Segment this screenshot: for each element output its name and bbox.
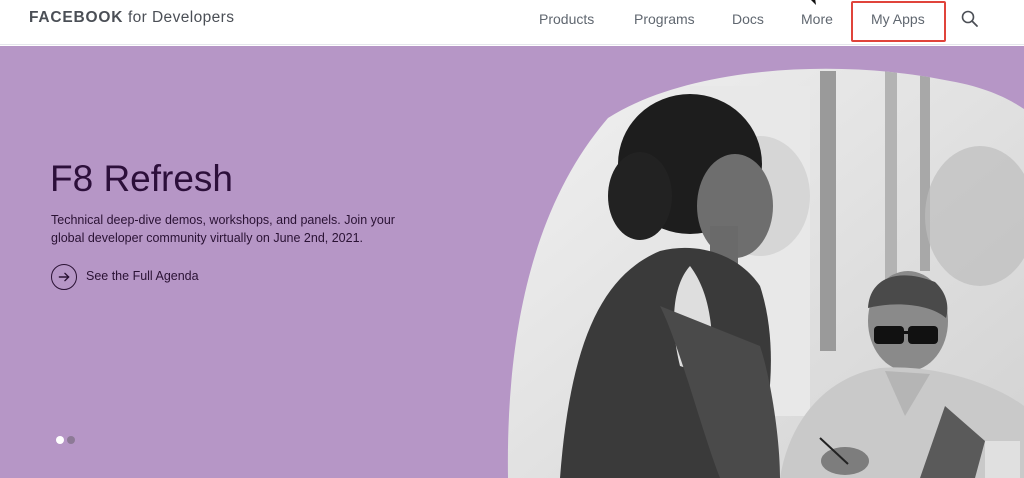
hero-photo (507, 68, 1024, 478)
brand-logo-suffix: for Developers (123, 9, 235, 26)
carousel-dot-2[interactable] (67, 436, 75, 444)
nav-my-apps[interactable]: My Apps (871, 11, 925, 27)
search-icon[interactable] (960, 9, 980, 29)
carousel-dot-1[interactable] (56, 436, 64, 444)
hero-description: Technical deep-dive demos, workshops, an… (51, 213, 395, 245)
hero-banner: F8 Refresh Technical deep-dive demos, wo… (0, 46, 1024, 478)
see-full-agenda-label: See the Full Agenda (86, 269, 199, 283)
mouse-cursor-icon (811, 0, 816, 5)
brand-logo-bold: FACEBOOK (29, 9, 124, 26)
arrow-right-icon (51, 264, 77, 290)
nav-docs[interactable]: Docs (732, 11, 764, 27)
nav-programs[interactable]: Programs (634, 11, 695, 27)
nav-products[interactable]: Products (539, 11, 594, 27)
top-navigation-bar: FACEBOOK for Developers Products Program… (0, 0, 1024, 45)
brand-logo[interactable]: FACEBOOK for Developers (29, 9, 234, 27)
nav-more[interactable]: More (801, 11, 833, 27)
hero-title: F8 Refresh (50, 158, 234, 199)
